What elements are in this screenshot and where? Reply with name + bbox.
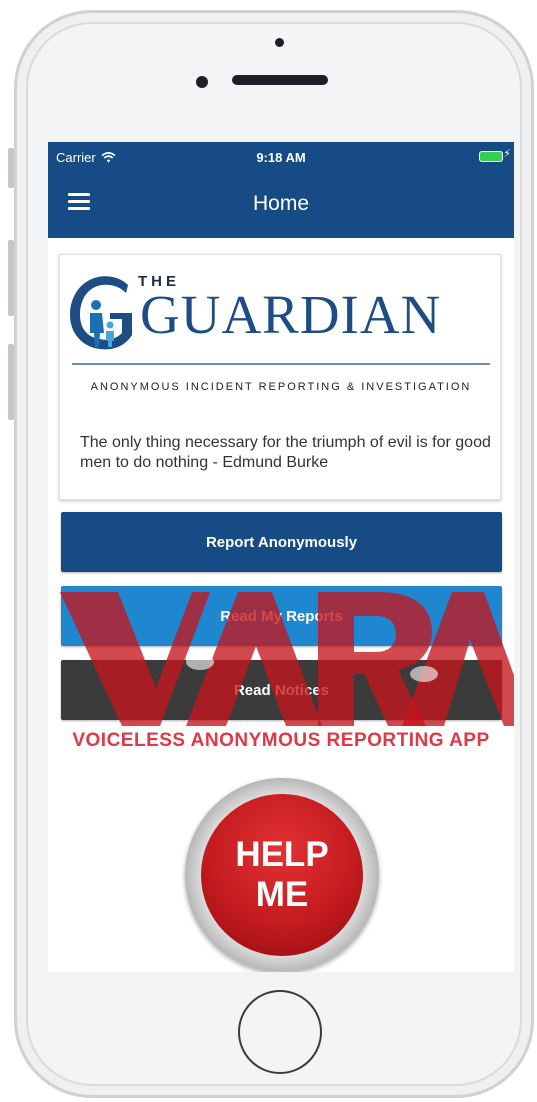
vara-caption: VOICELESS ANONYMOUS REPORTING APP bbox=[72, 730, 490, 751]
help-me-button[interactable]: HELP ME bbox=[201, 794, 363, 956]
status-bar: Carrier 9:18 AM ⚡ bbox=[48, 142, 514, 172]
quote-text: The only thing necessary for the triumph… bbox=[80, 434, 491, 471]
app-screen: Carrier 9:18 AM ⚡ Home THE GUARDIAN ANON… bbox=[48, 142, 514, 972]
guardian-emblem-icon bbox=[70, 276, 132, 350]
logo-subtitle: ANONYMOUS INCIDENT REPORTING & INVESTIGA… bbox=[90, 381, 472, 393]
guardian-logo-card: THE GUARDIAN ANONYMOUS INCIDENT REPORTIN… bbox=[59, 254, 501, 500]
page-title: Home bbox=[252, 192, 310, 215]
status-time: 9:18 AM bbox=[256, 150, 306, 165]
navigation-bar: Home bbox=[48, 172, 514, 238]
volume-up-button bbox=[8, 240, 14, 316]
help-label-line1: HELP bbox=[235, 835, 329, 874]
charging-bolt-icon: ⚡ bbox=[503, 148, 511, 160]
volume-down-button bbox=[8, 344, 14, 420]
logo-wordmark: GUARDIAN bbox=[140, 284, 442, 345]
logo-divider bbox=[72, 363, 490, 365]
front-camera bbox=[196, 76, 208, 88]
help-label-line2: ME bbox=[255, 875, 309, 914]
read-notices-button[interactable]: Read Notices bbox=[61, 660, 502, 720]
battery-icon bbox=[480, 152, 502, 161]
report-anonymously-button[interactable]: Report Anonymously bbox=[61, 512, 502, 572]
proximity-sensor bbox=[275, 38, 284, 47]
earpiece-speaker bbox=[232, 75, 328, 85]
mute-switch bbox=[8, 148, 14, 188]
read-my-reports-button[interactable]: Read My Reports bbox=[61, 586, 502, 646]
home-button[interactable] bbox=[238, 990, 322, 1074]
